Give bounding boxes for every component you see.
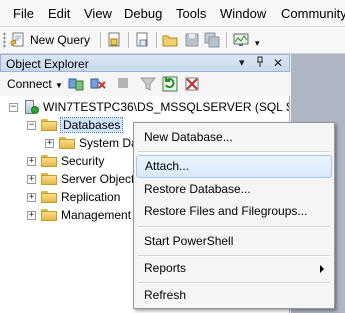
toolbar-separator <box>128 32 130 48</box>
folder-icon <box>41 191 57 203</box>
folder-icon <box>41 173 57 185</box>
folder-icon <box>41 119 57 131</box>
folder-icon <box>41 155 57 167</box>
collapse-toggle-icon[interactable]: − <box>27 120 36 130</box>
menu-item-attach[interactable]: Attach... <box>136 155 332 178</box>
new-query-button[interactable]: New Query <box>10 30 90 50</box>
database-engine-query-button[interactable] <box>106 30 122 50</box>
server-connected-icon <box>23 99 39 115</box>
toolbar-grip[interactable] <box>3 32 6 48</box>
new-file-icon <box>134 32 150 48</box>
toolbar-separator <box>100 32 102 48</box>
management-node-label: Management <box>61 208 132 222</box>
activity-monitor-icon <box>233 32 249 48</box>
menu-file[interactable]: File <box>13 6 34 21</box>
menu-separator <box>138 151 330 153</box>
collapse-toggle-icon[interactable]: − <box>9 102 18 112</box>
standard-toolbar: New Query ▾ <box>0 27 345 54</box>
expand-toggle-icon[interactable]: + <box>27 192 36 202</box>
expand-toggle-icon[interactable]: + <box>45 138 54 148</box>
expand-toggle-icon[interactable]: + <box>27 210 36 220</box>
object-explorer-details-icon[interactable] <box>184 76 200 95</box>
server-node-label: WIN7TESTPC36\DS_MSSQLSERVER (SQL Server <box>43 100 289 114</box>
menu-item-restore-files-and-filegroups[interactable]: Restore Files and Filegroups... <box>136 200 332 223</box>
submenu-arrow-icon <box>320 265 324 273</box>
menu-item-reports[interactable]: Reports <box>136 257 332 280</box>
context-menu: New Database... Attach... Restore Databa… <box>133 122 335 309</box>
tree-node-security[interactable]: + Security <box>27 152 104 170</box>
menu-item-refresh[interactable]: Refresh <box>136 284 332 307</box>
auto-hide-pin-icon[interactable] <box>255 56 265 71</box>
expand-toggle-icon[interactable]: + <box>27 174 36 184</box>
databases-node-label: Databases <box>59 117 124 133</box>
connect-label: Connect <box>7 77 52 91</box>
object-explorer-title: Object Explorer <box>6 57 89 71</box>
connect-object-explorer-icon[interactable] <box>68 76 84 95</box>
menu-tools[interactable]: Tools <box>176 6 206 21</box>
open-button[interactable] <box>162 30 178 50</box>
save-all-icon <box>204 32 220 48</box>
menu-item-restore-database[interactable]: Restore Database... <box>136 178 332 201</box>
expand-toggle-icon[interactable]: + <box>27 156 36 166</box>
menu-view[interactable]: View <box>84 6 112 21</box>
toolbar-separator <box>156 32 158 48</box>
disconnect-icon[interactable] <box>90 76 106 95</box>
save-button[interactable] <box>184 30 200 50</box>
tree-node-management[interactable]: + Management <box>27 206 131 224</box>
refresh-icon[interactable] <box>162 76 178 95</box>
menu-debug[interactable]: Debug <box>124 6 162 21</box>
toolbar-overflow-chevron-icon[interactable]: ▾ <box>255 33 260 53</box>
menu-window[interactable]: Window <box>220 6 266 21</box>
open-icon <box>162 32 178 48</box>
menu-separator <box>138 226 330 228</box>
connect-button[interactable]: Connect ▼ <box>7 77 63 91</box>
server-objects-node-label: Server Objects <box>61 172 141 186</box>
folder-icon <box>41 209 57 221</box>
new-query-icon <box>10 32 26 48</box>
save-all-button[interactable] <box>204 30 220 50</box>
tree-node-server[interactable]: − WIN7TESTPC36\DS_MSSQLSERVER (SQL Serve… <box>9 98 289 116</box>
menu-item-start-powershell[interactable]: Start PowerShell <box>136 230 332 253</box>
close-icon[interactable]: ✕ <box>273 56 283 70</box>
new-file-button[interactable] <box>134 30 150 50</box>
object-explorer-title-bar: Object Explorer ▾ ✕ <box>0 54 290 72</box>
menu-community[interactable]: Community <box>281 6 345 21</box>
menu-edit[interactable]: Edit <box>48 6 70 21</box>
menu-item-new-database[interactable]: New Database... <box>136 126 332 149</box>
database-engine-query-icon <box>106 32 122 48</box>
replication-node-label: Replication <box>61 190 121 204</box>
object-explorer-toolbar: Connect ▼ <box>0 72 290 97</box>
activity-monitor-button[interactable] <box>233 30 249 50</box>
reports-label: Reports <box>144 261 187 275</box>
folder-icon <box>59 137 75 149</box>
stop-icon[interactable] <box>118 78 128 88</box>
save-icon <box>184 32 200 48</box>
toolbar-separator <box>226 32 228 48</box>
tree-node-replication[interactable]: + Replication <box>27 188 120 206</box>
tree-node-server-objects[interactable]: + Server Objects <box>27 170 140 188</box>
security-node-label: Security <box>61 154 105 168</box>
menu-bar: File Edit View Debug Tools Window Commun… <box>0 0 345 27</box>
tree-node-databases[interactable]: − Databases <box>27 116 124 134</box>
connect-dropdown-arrow-icon[interactable]: ▼ <box>55 81 63 90</box>
window-position-chevron-icon[interactable]: ▾ <box>239 56 245 69</box>
new-query-label: New Query <box>30 33 91 47</box>
filter-icon[interactable] <box>139 76 157 95</box>
